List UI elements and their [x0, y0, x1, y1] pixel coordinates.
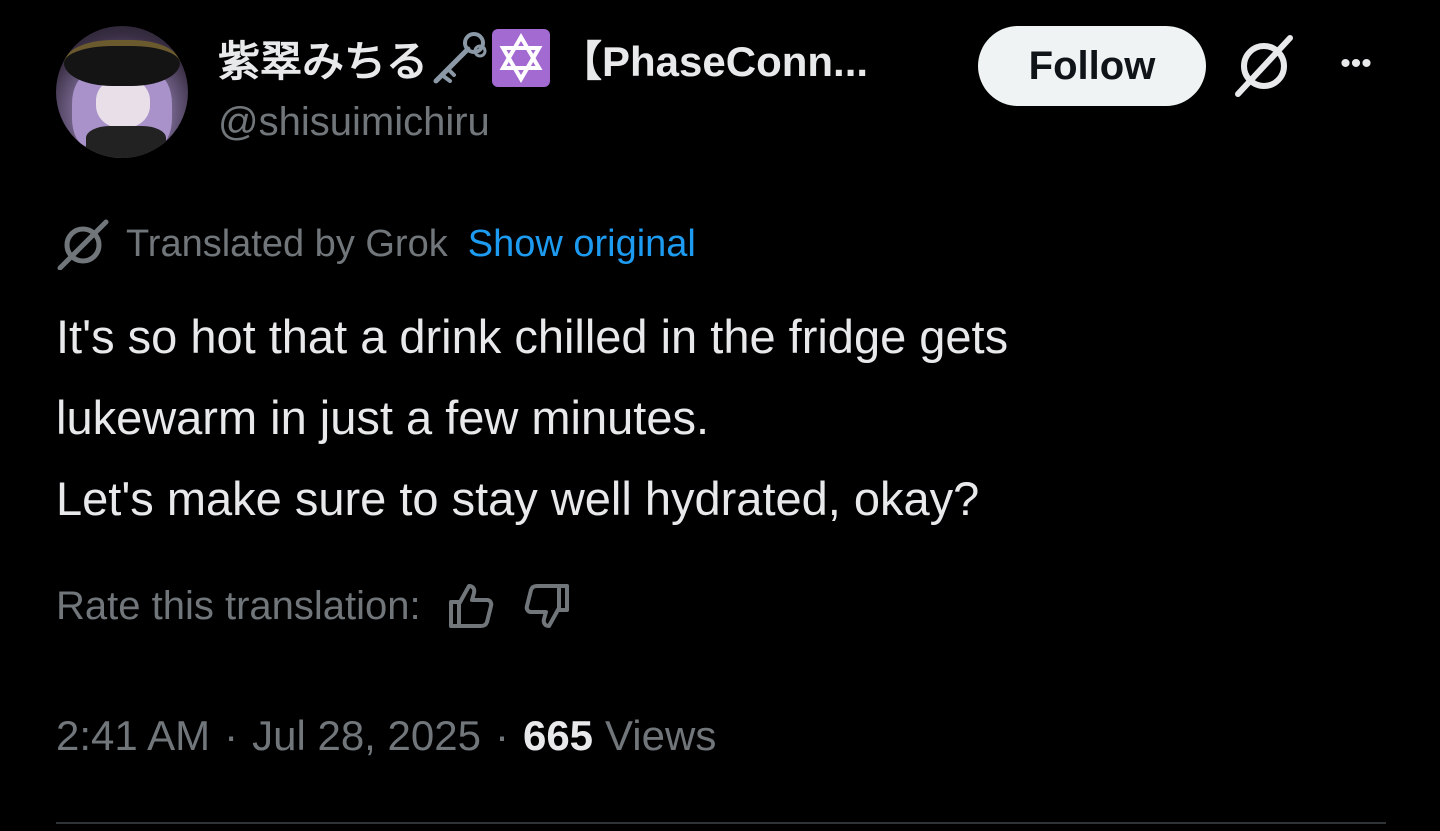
avatar-hat: [64, 40, 180, 86]
tweet-date[interactable]: Jul 28, 2025: [252, 712, 481, 760]
star-of-david-badge-icon: [492, 29, 551, 87]
translation-info: Translated by Grok Show original: [56, 218, 696, 270]
author-name-suffix[interactable]: 【PhaseConn...: [560, 28, 868, 89]
grok-icon[interactable]: [1232, 32, 1296, 98]
translated-by-label: Translated by Grok: [126, 222, 448, 265]
tweet-header: 紫翠みちる 【PhaseConn... @shisuimichiru Follo…: [56, 22, 1386, 162]
tweet-text-line: Let's make sure to stay well hydrated, o…: [56, 472, 980, 525]
follow-button[interactable]: Follow: [978, 26, 1206, 106]
divider: [56, 822, 1386, 824]
views-count: 665: [522, 712, 594, 759]
tweet-text: It's so hot that a drink chilled in the …: [56, 296, 1356, 539]
meta-separator: ·: [224, 712, 239, 759]
thumbs-down-icon[interactable]: [521, 580, 573, 632]
tweet-text-line: lukewarm in just a few minutes.: [56, 391, 710, 444]
show-original-link[interactable]: Show original: [468, 223, 696, 266]
views-label: Views: [605, 712, 717, 759]
tweet-meta: 2:41 AM · Jul 28, 2025 · 665 Views: [56, 708, 716, 764]
author-handle[interactable]: @shisuimichiru: [218, 100, 490, 145]
tweet-text-line: It's so hot that a drink chilled in the …: [56, 310, 1009, 363]
avatar[interactable]: [56, 26, 188, 158]
author-name-row[interactable]: 紫翠みちる 【PhaseConn...: [218, 28, 868, 88]
meta-separator: ·: [494, 712, 509, 759]
rate-translation-label: Rate this translation:: [56, 583, 421, 628]
avatar-body: [86, 126, 166, 158]
thumbs-up-icon[interactable]: [445, 580, 497, 632]
more-options-button[interactable]: •••: [1326, 46, 1386, 82]
tweet-time[interactable]: 2:41 AM: [56, 712, 210, 760]
key-icon: [433, 32, 487, 84]
grok-icon: [57, 219, 109, 270]
author-display-name[interactable]: 紫翠みちる: [218, 28, 428, 89]
rate-translation-row: Rate this translation:: [56, 578, 573, 634]
